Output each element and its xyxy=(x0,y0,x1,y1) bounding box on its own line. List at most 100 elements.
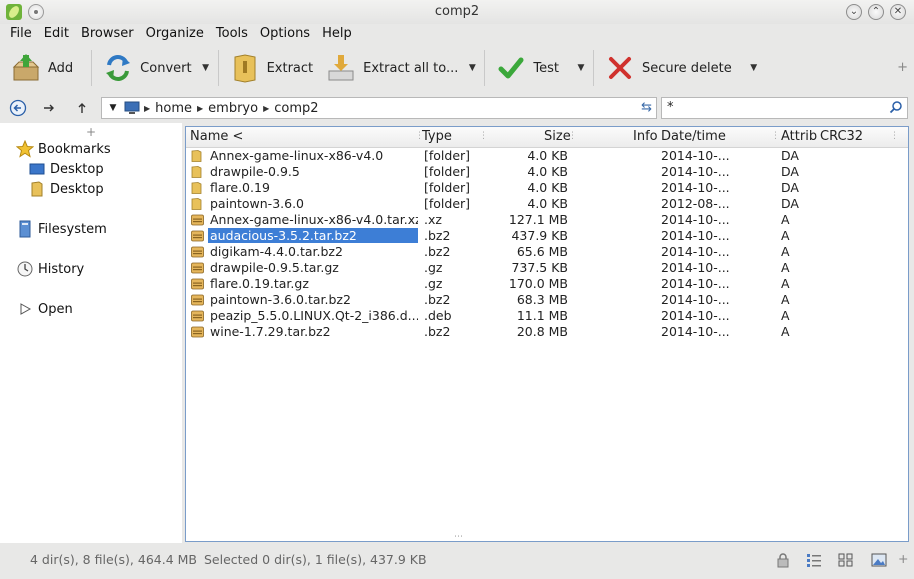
table-row[interactable]: Annex-game-linux-x86-v4.0 [folder] 4.0 KB 2… xyxy=(186,148,908,164)
menu-edit[interactable]: Edit xyxy=(38,24,75,44)
table-row[interactable]: Annex-game-linux-x86-v4.0.tar.xz .xz 127.1… xyxy=(186,212,908,228)
file-date: 2014-10-... xyxy=(661,276,730,291)
file-list[interactable]: Name < ⋮ Type ⋮ Size ⋮ Info Date/time ⋮ … xyxy=(185,126,909,542)
column-grip-icon[interactable]: ⋮ xyxy=(479,131,488,143)
sidebar-item-history[interactable]: History xyxy=(16,260,84,278)
file-size: 4.0 KB xyxy=(527,164,568,179)
test-button[interactable]: Test xyxy=(489,48,565,88)
forward-icon[interactable] xyxy=(39,98,59,118)
column-grip-icon[interactable]: ⋮ xyxy=(890,131,899,143)
column-grip-icon[interactable]: ⋮ xyxy=(568,131,577,143)
statusbar-add-icon[interactable]: + xyxy=(898,551,908,566)
address-bar[interactable]: ▼ ▶ home ▶ embryo ▶ comp2 ⇆ xyxy=(101,97,657,119)
status-bar: 4 dir(s), 8 file(s), 464.4 MB Selected 0… xyxy=(0,548,914,572)
sidebar-item-desktop[interactable]: Desktop xyxy=(28,160,104,178)
icons-view-icon[interactable] xyxy=(838,552,854,568)
address-dropdown-icon[interactable]: ▼ xyxy=(102,103,124,113)
extract-all-button[interactable]: Extract all to... xyxy=(319,48,464,88)
table-row[interactable]: drawpile-0.9.5.tar.gz .gz 737.5 KB 2014-10-… xyxy=(186,260,908,276)
file-size: 4.0 KB xyxy=(527,196,568,211)
sidebar-add-icon[interactable]: + xyxy=(86,125,96,139)
close-button[interactable]: ✕ xyxy=(890,4,906,20)
file-attrib: DA xyxy=(781,196,799,211)
play-triangle-icon xyxy=(16,300,34,318)
file-name: drawpile-0.9.5.tar.gz xyxy=(210,260,339,275)
column-grip-icon[interactable]: ⋮ xyxy=(771,131,780,143)
back-icon[interactable] xyxy=(8,98,28,118)
column-header-info[interactable]: Info xyxy=(633,127,658,147)
column-header-crc[interactable]: CRC32 xyxy=(820,127,863,147)
column-grip-icon[interactable]: ⋮ xyxy=(415,131,424,143)
file-size: 437.9 KB xyxy=(511,228,568,243)
file-size: 4.0 KB xyxy=(527,148,568,163)
menu-help[interactable]: Help xyxy=(316,24,358,44)
file-attrib: A xyxy=(781,324,790,339)
column-header-type[interactable]: Type xyxy=(422,127,452,147)
sidebar-item-desktop-folder[interactable]: Desktop xyxy=(28,180,104,198)
toolbar-separator xyxy=(217,50,219,86)
details-view-icon[interactable] xyxy=(806,552,822,568)
table-row[interactable]: paintown-3.6.0 [folder] 4.0 KB 2012-08-... D… xyxy=(186,196,908,212)
table-row[interactable]: wine-1.7.29.tar.bz2 .bz2 20.8 MB 2014-10-..… xyxy=(186,324,908,340)
up-icon[interactable] xyxy=(72,98,92,118)
menu-browser[interactable]: Browser xyxy=(75,24,140,44)
secure-delete-button[interactable]: Secure delete xyxy=(598,48,738,88)
file-size: 65.6 MB xyxy=(516,244,568,259)
archive-icon xyxy=(191,262,204,274)
toolbar-add-icon[interactable]: + xyxy=(897,60,908,75)
convert-dropdown-icon[interactable]: ▼ xyxy=(198,48,214,88)
file-date: 2014-10-... xyxy=(661,212,730,227)
extract-button[interactable]: Extract xyxy=(223,48,320,88)
extract-all-dropdown-icon[interactable]: ▼ xyxy=(464,48,480,88)
table-row[interactable]: peazip_5.5.0.LINUX.Qt-2_i386.d... .deb 11.… xyxy=(186,308,908,324)
sidebar: + Bookmarks Desktop Desktop Filesystem H… xyxy=(0,123,182,543)
refresh-icon[interactable]: ⇆ xyxy=(641,100,652,115)
filter-input[interactable]: * xyxy=(661,97,908,119)
file-date: 2014-10-... xyxy=(661,260,730,275)
folder-icon xyxy=(191,150,202,162)
column-header-attrib[interactable]: Attrib xyxy=(781,127,817,147)
table-row[interactable]: digikam-4.4.0.tar.bz2 .bz2 65.6 MB 2014-10-… xyxy=(186,244,908,260)
minimize-button[interactable]: ⌄ xyxy=(846,4,862,20)
menu-organize[interactable]: Organize xyxy=(140,24,210,44)
file-name: wine-1.7.29.tar.bz2 xyxy=(210,324,331,339)
file-date: 2014-10-... xyxy=(661,164,730,179)
navigation-bar: ▼ ▶ home ▶ embryo ▶ comp2 ⇆ * xyxy=(0,95,914,121)
maximize-button[interactable]: ⌃ xyxy=(868,4,884,20)
lock-icon[interactable] xyxy=(775,552,791,568)
delete-x-icon xyxy=(604,52,636,84)
resize-grip-icon[interactable]: ⋯ xyxy=(454,532,463,542)
file-attrib: A xyxy=(781,212,790,227)
menu-file[interactable]: File xyxy=(4,24,38,44)
extract-all-label: Extract all to... xyxy=(363,60,459,76)
menu-tools[interactable]: Tools xyxy=(210,24,254,44)
file-size: 737.5 KB xyxy=(511,260,568,275)
column-header-size[interactable]: Size xyxy=(544,127,571,147)
folder-icon xyxy=(191,166,202,178)
image-preview-icon[interactable] xyxy=(871,552,887,568)
convert-button[interactable]: Convert xyxy=(96,48,197,88)
table-row[interactable]: audacious-3.5.2.tar.bz2 .bz2 437.9 KB 2014-… xyxy=(186,228,908,244)
window-title: comp2 xyxy=(434,4,480,19)
toolbar-separator xyxy=(592,50,594,86)
breadcrumb-home[interactable]: home xyxy=(155,101,192,116)
add-button[interactable]: Add xyxy=(4,48,79,88)
table-row[interactable]: flare.0.19 [folder] 4.0 KB 2014-10-... DA xyxy=(186,180,908,196)
file-date: 2014-10-... xyxy=(661,292,730,307)
sidebar-item-filesystem[interactable]: Filesystem xyxy=(16,220,107,238)
search-icon[interactable] xyxy=(889,100,903,118)
table-row[interactable]: paintown-3.6.0.tar.bz2 .bz2 68.3 MB 2014-10… xyxy=(186,292,908,308)
sidebar-item-open[interactable]: Open xyxy=(16,300,73,318)
column-header-date[interactable]: Date/time xyxy=(661,127,726,147)
test-dropdown-icon[interactable]: ▼ xyxy=(573,48,589,88)
sidebar-item-label: History xyxy=(38,261,85,277)
table-row[interactable]: flare.0.19.tar.gz .gz 170.0 MB 2014-10-... A xyxy=(186,276,908,292)
breadcrumb-comp2[interactable]: comp2 xyxy=(274,101,318,116)
sidebar-item-bookmarks[interactable]: Bookmarks xyxy=(16,140,111,158)
secure-delete-dropdown-icon[interactable]: ▼ xyxy=(746,48,762,88)
column-header-name[interactable]: Name < xyxy=(190,127,243,147)
breadcrumb-embryo[interactable]: embryo xyxy=(208,101,258,116)
table-row[interactable]: drawpile-0.9.5 [folder] 4.0 KB 2014-10-... D… xyxy=(186,164,908,180)
menu-options[interactable]: Options xyxy=(254,24,316,44)
computer-icon xyxy=(124,101,140,114)
